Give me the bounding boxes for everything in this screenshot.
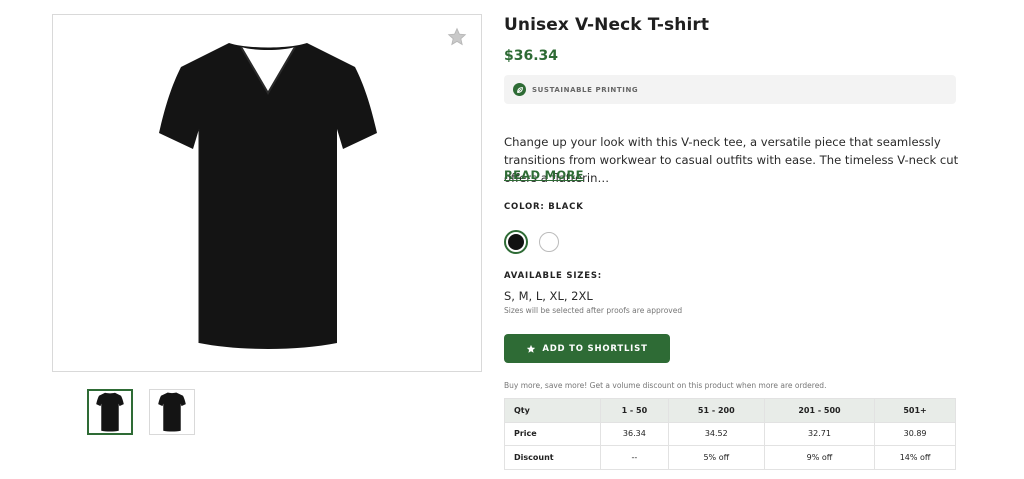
sizes-note: Sizes will be selected after proofs are …: [504, 306, 683, 315]
table-header: 51 - 200: [667, 398, 765, 423]
read-more-link[interactable]: READ MORE: [504, 168, 584, 182]
star-icon: [526, 339, 536, 358]
sizes-label: AVAILABLE SIZES:: [504, 271, 602, 281]
table-cell: 32.71: [763, 421, 876, 446]
table-cell: --: [600, 445, 669, 470]
table-cell: 36.34: [600, 421, 669, 446]
favorite-star-icon[interactable]: [447, 27, 467, 47]
sustainable-printing-badge: SUSTAINABLE PRINTING: [504, 75, 956, 104]
table-header-row: Qty 1 - 50 51 - 200 201 - 500 501+: [504, 398, 956, 423]
leaf-icon: [513, 83, 526, 96]
table-cell: 14% off: [874, 445, 956, 470]
table-header: 201 - 500: [763, 398, 876, 423]
product-title: Unisex V-Neck T-shirt: [504, 15, 710, 35]
table-row: Discount -- 5% off 9% off 14% off: [504, 445, 956, 470]
tshirt-back-thumb-image: [158, 392, 186, 432]
table-cell: 9% off: [763, 445, 876, 470]
table-header: Qty: [504, 398, 601, 423]
thumbnail-front[interactable]: [87, 389, 133, 435]
shortlist-button-label: ADD TO SHORTLIST: [542, 343, 648, 354]
thumbnail-back[interactable]: [149, 389, 195, 435]
add-to-shortlist-button[interactable]: ADD TO SHORTLIST: [504, 334, 670, 363]
table-cell: Discount: [504, 445, 601, 470]
volume-discount-note: Buy more, save more! Get a volume discou…: [504, 381, 827, 390]
table-row: Price 36.34 34.52 32.71 30.89: [504, 421, 956, 446]
tshirt-front-thumb-image: [96, 392, 124, 432]
product-price: $36.34: [504, 48, 559, 64]
table-cell: Price: [504, 421, 601, 446]
badge-label: SUSTAINABLE PRINTING: [532, 85, 639, 94]
table-cell: 5% off: [667, 445, 765, 470]
table-cell: 30.89: [874, 421, 956, 446]
table-header: 1 - 50: [600, 398, 669, 423]
product-main-image[interactable]: [52, 14, 482, 372]
table-cell: 34.52: [667, 421, 765, 446]
color-swatch-black[interactable]: [504, 230, 528, 254]
color-label: COLOR: BLACK: [504, 202, 584, 212]
tshirt-front-image: [159, 43, 377, 349]
table-header: 501+: [874, 398, 956, 423]
color-swatch-white[interactable]: [539, 232, 559, 252]
sizes-value: S, M, L, XL, 2XL: [504, 289, 593, 303]
volume-discount-table: Qty 1 - 50 51 - 200 201 - 500 501+ Price…: [504, 398, 956, 470]
